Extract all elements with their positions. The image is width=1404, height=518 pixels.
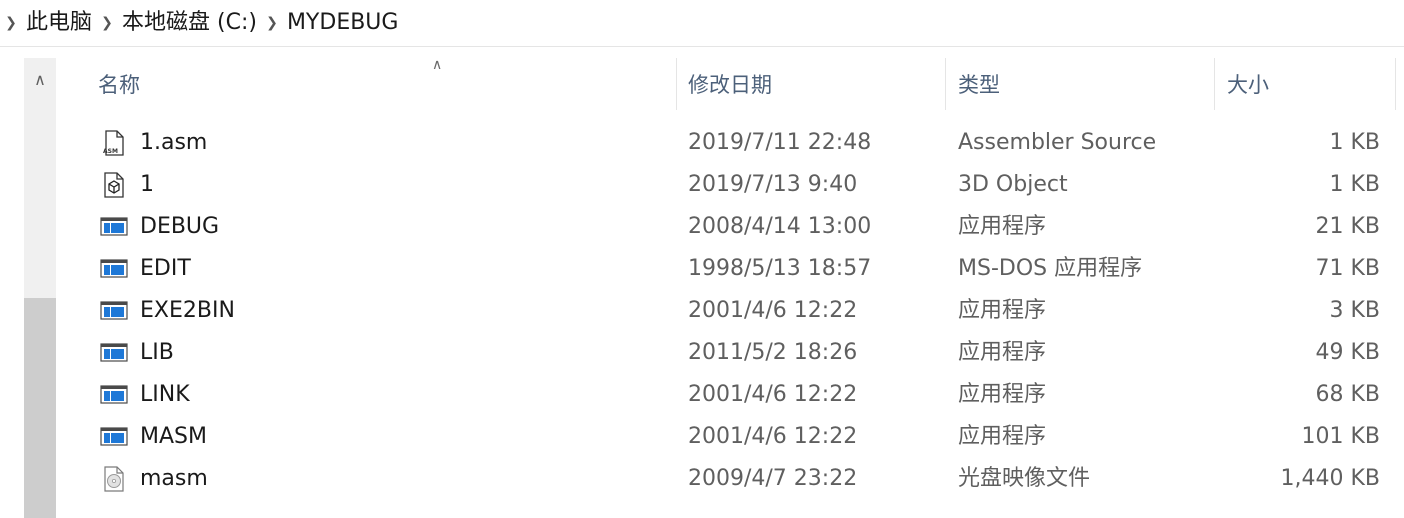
file-date: 2019/7/13 9:40 [688, 172, 858, 197]
column-header-row: ∧ 名称 修改日期 类型 大小 [62, 58, 1404, 110]
file-date: 1998/5/13 18:57 [688, 256, 872, 281]
file-type: 3D Object [958, 172, 1068, 197]
file-row[interactable]: masm 2009/4/7 23:22 光盘映像文件 1,440 KB [62, 458, 1404, 500]
file-date: 2001/4/6 12:22 [688, 424, 858, 449]
file-row[interactable]: LINK 2001/4/6 12:22 应用程序 68 KB [62, 374, 1404, 416]
application-icon [100, 385, 128, 404]
column-header-name[interactable]: 名称 [86, 58, 676, 110]
column-header-date[interactable]: 修改日期 [676, 58, 945, 110]
file-date: 2019/7/11 22:48 [688, 130, 872, 155]
disc-image-icon [104, 466, 124, 492]
file-size: 68 KB [1315, 382, 1380, 407]
file-type: 光盘映像文件 [958, 466, 1091, 491]
column-header-size[interactable]: 大小 [1215, 58, 1395, 110]
file-size: 21 KB [1315, 214, 1380, 239]
breadcrumb: ❯ 此电脑 ❯ 本地磁盘 (C:) ❯ MYDEBUG [0, 0, 402, 46]
file-name: 1 [140, 172, 154, 197]
file-type: MS-DOS 应用程序 [958, 256, 1143, 281]
breadcrumb-item-mydebug[interactable]: MYDEBUG [283, 0, 403, 46]
file-size: 3 KB [1329, 298, 1380, 323]
breadcrumb-item-this-pc[interactable]: 此电脑 [22, 0, 96, 46]
column-header-type[interactable]: 类型 [946, 58, 1214, 110]
file-size: 71 KB [1315, 256, 1380, 281]
chevron-right-icon[interactable]: ❯ [0, 0, 22, 46]
file-name: LINK [140, 382, 190, 407]
svg-text:ASM: ASM [103, 148, 118, 155]
file-name: masm [140, 466, 208, 491]
breadcrumb-item-local-disk[interactable]: 本地磁盘 (C:) [118, 0, 261, 46]
file-size: 49 KB [1315, 340, 1380, 365]
file-row[interactable]: MASM 2001/4/6 12:22 应用程序 101 KB [62, 416, 1404, 458]
file-name: EDIT [140, 256, 191, 281]
application-icon [100, 427, 128, 446]
file-row[interactable]: DEBUG 2008/4/14 13:00 应用程序 21 KB [62, 206, 1404, 248]
file-row[interactable]: LIB 2011/5/2 18:26 应用程序 49 KB [62, 332, 1404, 374]
file-name: 1.asm [140, 130, 208, 155]
column-divider[interactable] [1395, 58, 1396, 110]
vertical-scrollbar[interactable]: ∧ [24, 58, 56, 518]
file-row[interactable]: EDIT 1998/5/13 18:57 MS-DOS 应用程序 71 KB [62, 248, 1404, 290]
chevron-right-icon[interactable]: ❯ [261, 0, 283, 46]
scroll-up-icon[interactable]: ∧ [24, 62, 56, 98]
file-date: 2009/4/7 23:22 [688, 466, 858, 491]
file-type: Assembler Source [958, 130, 1157, 155]
file-name: LIB [140, 340, 174, 365]
file-date: 2011/5/2 18:26 [688, 340, 858, 365]
file-row[interactable]: EXE2BIN 2001/4/6 12:22 应用程序 3 KB [62, 290, 1404, 332]
application-icon [100, 217, 128, 236]
file-row[interactable]: 1 2019/7/13 9:40 3D Object 1 KB [62, 164, 1404, 206]
file-date: 2001/4/6 12:22 [688, 382, 858, 407]
file-size: 101 KB [1301, 424, 1380, 449]
application-icon [100, 301, 128, 320]
file-name: MASM [140, 424, 207, 449]
file-type: 应用程序 [958, 298, 1047, 323]
application-icon [100, 259, 128, 278]
file-date: 2001/4/6 12:22 [688, 298, 858, 323]
3d-object-file-icon [104, 172, 124, 198]
file-list: ASM 1.asm 2019/7/11 22:48 Assembler Sour… [62, 122, 1404, 500]
file-size: 1 KB [1329, 130, 1380, 155]
file-type: 应用程序 [958, 340, 1047, 365]
file-size: 1 KB [1329, 172, 1380, 197]
file-size: 1,440 KB [1280, 466, 1381, 491]
file-type: 应用程序 [958, 382, 1047, 407]
file-name: DEBUG [140, 214, 220, 239]
file-type: 应用程序 [958, 214, 1047, 239]
application-icon [100, 343, 128, 362]
file-row[interactable]: ASM 1.asm 2019/7/11 22:48 Assembler Sour… [62, 122, 1404, 164]
scrollbar-thumb[interactable] [24, 298, 56, 518]
asm-file-icon: ASM [103, 130, 124, 156]
file-date: 2008/4/14 13:00 [688, 214, 872, 239]
file-type: 应用程序 [958, 424, 1047, 449]
chevron-right-icon[interactable]: ❯ [96, 0, 118, 46]
file-name: EXE2BIN [140, 298, 235, 323]
address-bar[interactable]: ❯ 此电脑 ❯ 本地磁盘 (C:) ❯ MYDEBUG [0, 0, 1404, 47]
